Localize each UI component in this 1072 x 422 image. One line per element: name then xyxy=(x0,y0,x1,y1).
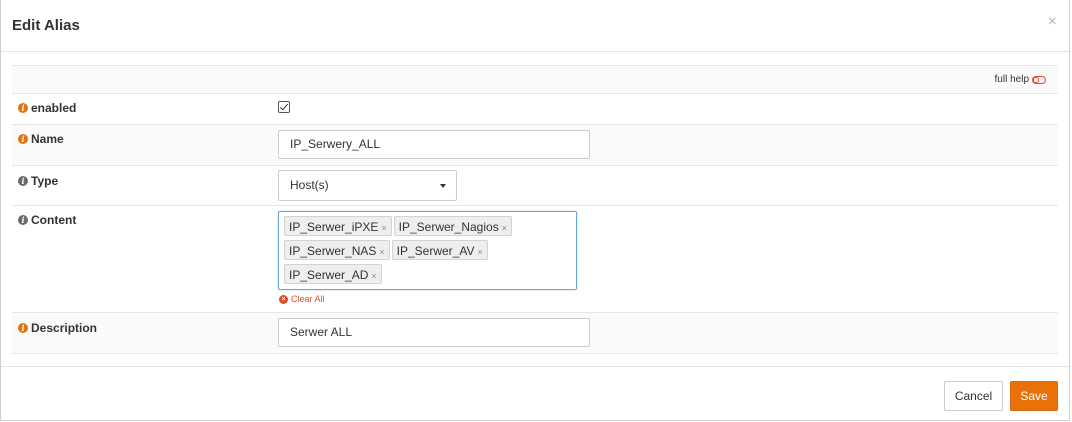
toggle-off-icon xyxy=(1032,75,1046,84)
form-row-enabled: i enabled xyxy=(12,94,1058,125)
form-row-name: i Name IP_Serwery_ALL xyxy=(12,125,1058,166)
tag-label: IP_Serwer_NAS xyxy=(289,244,377,258)
type-select-value: Host(s) xyxy=(290,178,329,192)
info-icon[interactable]: i xyxy=(18,176,28,186)
enabled-label: i enabled xyxy=(18,101,76,115)
tag-remove-icon[interactable]: × xyxy=(502,223,507,233)
info-icon[interactable]: i xyxy=(18,134,28,144)
full-help-toggle[interactable]: full help xyxy=(995,74,1046,85)
clear-all-label: Clear All xyxy=(291,294,325,304)
cancel-button[interactable]: Cancel xyxy=(944,381,1003,411)
tag-remove-icon[interactable]: × xyxy=(379,247,384,257)
description-label-text: Description xyxy=(31,321,98,335)
tag-remove-icon[interactable]: × xyxy=(381,223,386,233)
info-icon[interactable]: i xyxy=(18,215,28,225)
name-label: i Name xyxy=(18,132,64,146)
content-tag: IP_Serwer_AD × xyxy=(284,264,382,284)
chevron-down-icon xyxy=(440,184,446,188)
tag-remove-icon[interactable]: × xyxy=(371,271,376,281)
tag-label: IP_Serwer_AV xyxy=(396,244,475,258)
tag-remove-icon[interactable]: × xyxy=(477,247,482,257)
content-tag: IP_Serwer_Nagios × xyxy=(393,216,512,236)
tag-label: IP_Serwer_AD xyxy=(289,268,369,282)
content-tag: IP_Serwer_iPXE × xyxy=(284,216,392,236)
name-label-text: Name xyxy=(31,132,64,146)
content-tag: IP_Serwer_AV × xyxy=(391,240,488,260)
type-label: i Type xyxy=(18,174,58,188)
name-input[interactable]: IP_Serwery_ALL xyxy=(278,130,590,159)
tag-label: IP_Serwer_iPXE xyxy=(289,220,379,234)
clear-icon: × xyxy=(279,294,288,304)
info-icon[interactable]: i xyxy=(18,103,28,113)
dialog-title: Edit Alias xyxy=(12,17,80,34)
form-row-type: i Type Host(s) xyxy=(12,166,1058,206)
type-select[interactable]: Host(s) xyxy=(278,170,457,201)
form-row-content: i Content IP_Serwer_iPXE × IP_Serwer_Nagio… xyxy=(12,206,1058,313)
full-help-row: full help xyxy=(12,66,1058,94)
type-label-text: Type xyxy=(31,174,59,188)
content-tags-input[interactable]: IP_Serwer_iPXE × IP_Serwer_Nagios × IP_Serw… xyxy=(278,211,577,290)
edit-alias-dialog: Edit Alias × full help i enabled i Name … xyxy=(0,0,1070,421)
description-input[interactable]: Serwer ALL xyxy=(278,318,590,347)
content-tag: IP_Serwer_NAS × xyxy=(284,240,390,260)
full-help-label: full help xyxy=(994,74,1029,85)
info-icon[interactable]: i xyxy=(18,323,28,333)
clear-all-link[interactable]: × Clear All xyxy=(279,294,325,304)
tag-label: IP_Serwer_Nagios xyxy=(398,220,499,234)
save-button[interactable]: Save xyxy=(1010,381,1058,411)
dialog-footer-divider xyxy=(1,366,1069,367)
enabled-checkbox[interactable] xyxy=(278,101,290,113)
content-label: i Content xyxy=(18,213,76,227)
close-icon[interactable]: × xyxy=(1048,13,1057,31)
description-label: i Description xyxy=(18,321,97,335)
enabled-label-text: enabled xyxy=(31,101,77,115)
form-row-description: i Description Serwer ALL xyxy=(12,313,1058,354)
dialog-header: Edit Alias × xyxy=(1,0,1069,52)
content-label-text: Content xyxy=(31,213,77,227)
